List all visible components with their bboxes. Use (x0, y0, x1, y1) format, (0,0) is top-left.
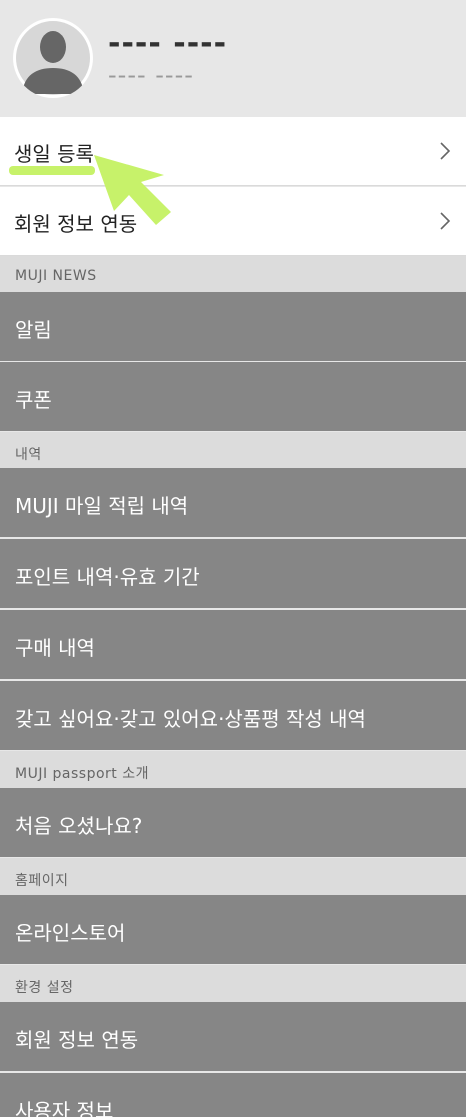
menu-item-label: 온라인스토어 (15, 921, 126, 945)
profile-header: ---- ---- ---- ---- (0, 0, 466, 116)
menu-item-member-info-link[interactable]: 회원 정보 연동 (0, 1002, 466, 1071)
menu-item-coupon[interactable]: 쿠폰 (0, 362, 466, 431)
menu-item-online-store[interactable]: 온라인스토어 (0, 895, 466, 964)
menu-item-label: 갖고 싶어요·갖고 있어요·상품평 작성 내역 (15, 707, 366, 731)
chevron-right-icon (440, 142, 451, 160)
arrow-pointer-icon (94, 155, 171, 225)
section-header-history: 내역 (0, 432, 466, 469)
menu-item-label: 쿠폰 (15, 388, 52, 412)
section-header-muji-news: MUJI NEWS (0, 256, 466, 293)
chevron-right-icon (440, 212, 451, 230)
menu-item-purchase-history[interactable]: 구매 내역 (0, 610, 466, 679)
profile-name: ---- ---- (108, 26, 228, 61)
menu-item-label: 알림 (15, 318, 52, 342)
section-title: 환경 설정 (15, 980, 74, 996)
section-title: MUJI NEWS (15, 268, 97, 284)
section-title: 내역 (15, 447, 42, 463)
section-header-passport-intro: MUJI passport 소개 (0, 751, 466, 788)
menu-item-point-history[interactable]: 포인트 내역·유효 기간 (0, 539, 466, 608)
birthday-register-label: 생일 등록 (14, 142, 94, 166)
menu-item-label: MUJI 마일 적립 내역 (15, 494, 189, 518)
section-title: 홈페이지 (15, 873, 69, 889)
menu-item-label: 구매 내역 (15, 636, 95, 660)
section-header-settings: 환경 설정 (0, 965, 466, 1002)
menu-item-mile-history[interactable]: MUJI 마일 적립 내역 (0, 468, 466, 537)
highlight-underline (9, 166, 95, 175)
menu-item-first-visit[interactable]: 처음 오셨나요? (0, 788, 466, 857)
menu-item-label: 포인트 내역·유효 기간 (15, 565, 200, 589)
birthday-register-row[interactable]: 생일 등록 (0, 117, 466, 186)
profile-subtitle: ---- ---- (108, 61, 194, 89)
section-header-homepage: 홈페이지 (0, 858, 466, 895)
section-title: MUJI passport 소개 (15, 766, 149, 782)
member-info-link-row[interactable]: 회원 정보 연동 (0, 187, 466, 256)
menu-screen: ---- ---- ---- ---- 생일 등록 회원 정보 연동 MUJI … (0, 0, 466, 1117)
menu-item-user-info[interactable]: 사용자 정보 (0, 1073, 466, 1117)
avatar-icon (13, 18, 93, 98)
menu-item-label: 사용자 정보 (15, 1099, 114, 1117)
menu-item-label: 처음 오셨나요? (15, 814, 143, 838)
menu-item-notice[interactable]: 알림 (0, 292, 466, 361)
menu-item-wishlist-history[interactable]: 갖고 싶어요·갖고 있어요·상품평 작성 내역 (0, 681, 466, 750)
menu-item-label: 회원 정보 연동 (15, 1028, 139, 1052)
